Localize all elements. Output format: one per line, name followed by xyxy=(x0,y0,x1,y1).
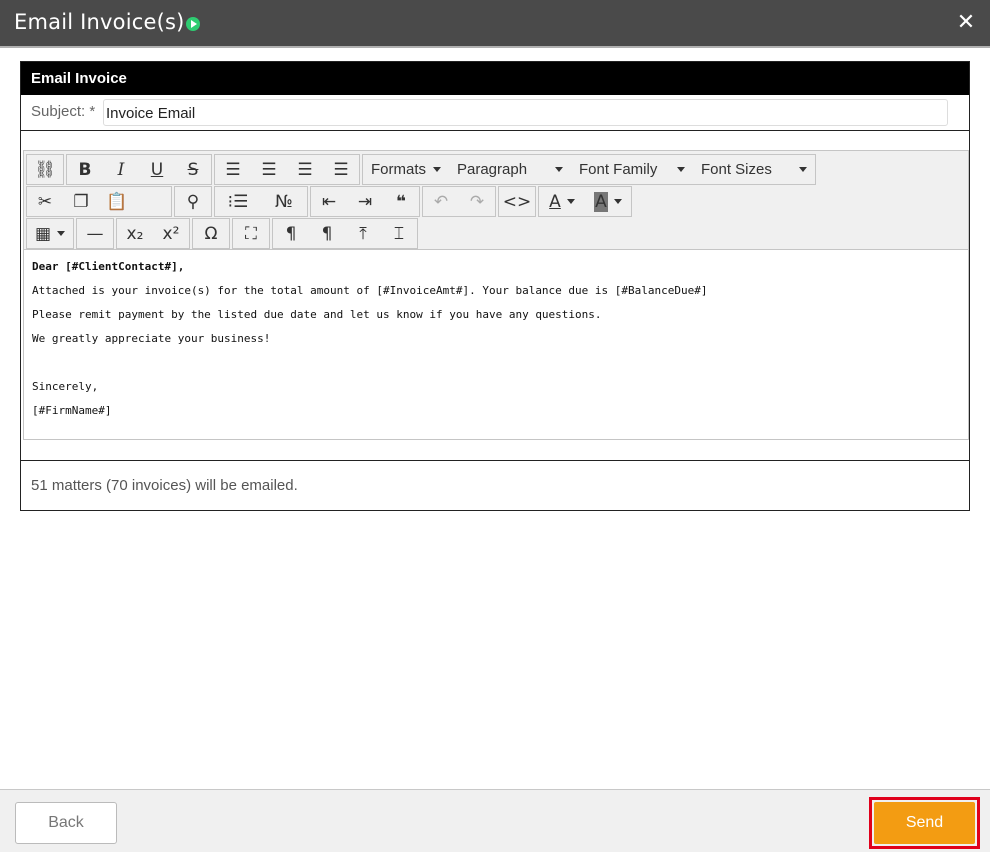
italic-icon[interactable]: I xyxy=(103,155,139,184)
table-icon[interactable]: ▦ xyxy=(27,219,73,248)
find-replace-icon[interactable]: ⚲ xyxy=(175,187,211,216)
back-button[interactable]: Back xyxy=(15,802,117,844)
font-sizes-dropdown[interactable]: Font Sizes xyxy=(693,155,815,184)
superscript-icon[interactable]: x² xyxy=(153,219,189,248)
copy-icon[interactable]: ❐ xyxy=(63,187,99,216)
body-line: Please remit payment by the listed due d… xyxy=(32,308,602,321)
body-line: [#FirmName#] xyxy=(32,404,112,417)
bold-icon[interactable]: B xyxy=(67,155,103,184)
underline-icon[interactable]: U xyxy=(139,155,175,184)
caret-down-icon xyxy=(433,167,441,172)
font-family-label: Font Family xyxy=(579,161,658,178)
align-left-icon[interactable]: ☰ xyxy=(215,155,251,184)
link-icon[interactable]: ⛓ xyxy=(27,155,63,184)
window-title: Email Invoice(s) xyxy=(14,10,185,34)
strikethrough-icon[interactable]: S xyxy=(175,155,211,184)
paragraph-label: Paragraph xyxy=(457,161,528,178)
align-center-icon[interactable]: ☰ xyxy=(251,155,287,184)
outdent-icon[interactable]: ⇤ xyxy=(311,187,347,216)
caret-down-icon xyxy=(799,167,807,172)
horizontal-rule-icon[interactable]: — xyxy=(77,219,113,248)
summary-text: 51 matters (70 invoices) will be emailed… xyxy=(21,460,969,510)
bottom-action-bar: Back Send xyxy=(0,789,990,852)
editor-content[interactable]: Dear [#ClientContact#], Attached is your… xyxy=(24,250,968,438)
upload-icon[interactable]: ⤒ xyxy=(345,219,381,248)
body-line: Dear [#ClientContact#], xyxy=(32,260,185,273)
subscript-icon[interactable]: x₂ xyxy=(117,219,153,248)
body-line: Attached is your invoice(s) for the tota… xyxy=(32,284,708,297)
title-bar: Email Invoice(s) ✕ xyxy=(0,0,990,48)
text-color-icon[interactable]: A xyxy=(539,187,585,216)
empty-button[interactable] xyxy=(135,187,171,216)
rich-text-editor: ⛓ B I U S ☰ ☰ ☰ ☰ Formats Paragraph Font… xyxy=(23,150,969,440)
subject-label: Subject: * xyxy=(31,103,96,120)
align-right-icon[interactable]: ☰ xyxy=(287,155,323,184)
email-invoice-panel: Email Invoice Subject: * Invoice Email ⛓… xyxy=(20,61,970,511)
rtl-icon[interactable]: ¶ xyxy=(309,219,345,248)
body-line: Sincerely, xyxy=(32,380,99,393)
subject-row: Subject: * Invoice Email xyxy=(21,95,969,131)
send-button-highlight: Send xyxy=(869,797,980,849)
numbered-list-icon[interactable]: № xyxy=(261,187,307,216)
close-icon[interactable]: ✕ xyxy=(954,10,978,34)
caret-down-icon xyxy=(555,167,563,172)
font-sizes-label: Font Sizes xyxy=(701,161,772,178)
subject-input[interactable]: Invoice Email xyxy=(103,99,948,126)
redo-icon[interactable]: ↷ xyxy=(459,187,495,216)
undo-icon[interactable]: ↶ xyxy=(423,187,459,216)
code-icon[interactable]: <> xyxy=(499,187,535,216)
send-button[interactable]: Send xyxy=(874,802,975,844)
align-justify-icon[interactable]: ☰ xyxy=(323,155,359,184)
paste-icon[interactable]: 📋 xyxy=(99,187,135,216)
special-char-icon[interactable]: Ω xyxy=(193,219,229,248)
page-break-icon[interactable]: ⌶ xyxy=(381,219,417,248)
fullscreen-icon[interactable]: ⛶ xyxy=(233,219,269,248)
panel-header: Email Invoice xyxy=(21,62,969,95)
indent-icon[interactable]: ⇥ xyxy=(347,187,383,216)
formats-dropdown[interactable]: Formats xyxy=(363,155,449,184)
background-color-icon[interactable]: A xyxy=(585,187,631,216)
toolbar-row-1: ⛓ B I U S ☰ ☰ ☰ ☰ Formats Paragraph Font… xyxy=(26,154,818,185)
body-line xyxy=(32,356,960,380)
play-icon[interactable] xyxy=(186,17,200,31)
bullet-list-icon[interactable]: ⁝☰ xyxy=(215,187,261,216)
cut-icon[interactable]: ✂ xyxy=(27,187,63,216)
editor-toolbar: ⛓ B I U S ☰ ☰ ☰ ☰ Formats Paragraph Font… xyxy=(24,151,968,250)
paragraph-dropdown[interactable]: Paragraph xyxy=(449,155,571,184)
ltr-icon[interactable]: ¶ xyxy=(273,219,309,248)
font-family-dropdown[interactable]: Font Family xyxy=(571,155,693,184)
formats-label: Formats xyxy=(371,161,427,178)
body-line: We greatly appreciate your business! xyxy=(32,332,271,345)
toolbar-row-2: ✂ ❐ 📋 ⚲ ⁝☰ № ⇤ ⇥ ❝ ↶ ↷ <> A A xyxy=(26,186,634,217)
blockquote-icon[interactable]: ❝ xyxy=(383,187,419,216)
toolbar-row-3: ▦ — x₂ x² Ω ⛶ ¶ ¶ ⤒ ⌶ xyxy=(26,218,420,249)
caret-down-icon xyxy=(677,167,685,172)
